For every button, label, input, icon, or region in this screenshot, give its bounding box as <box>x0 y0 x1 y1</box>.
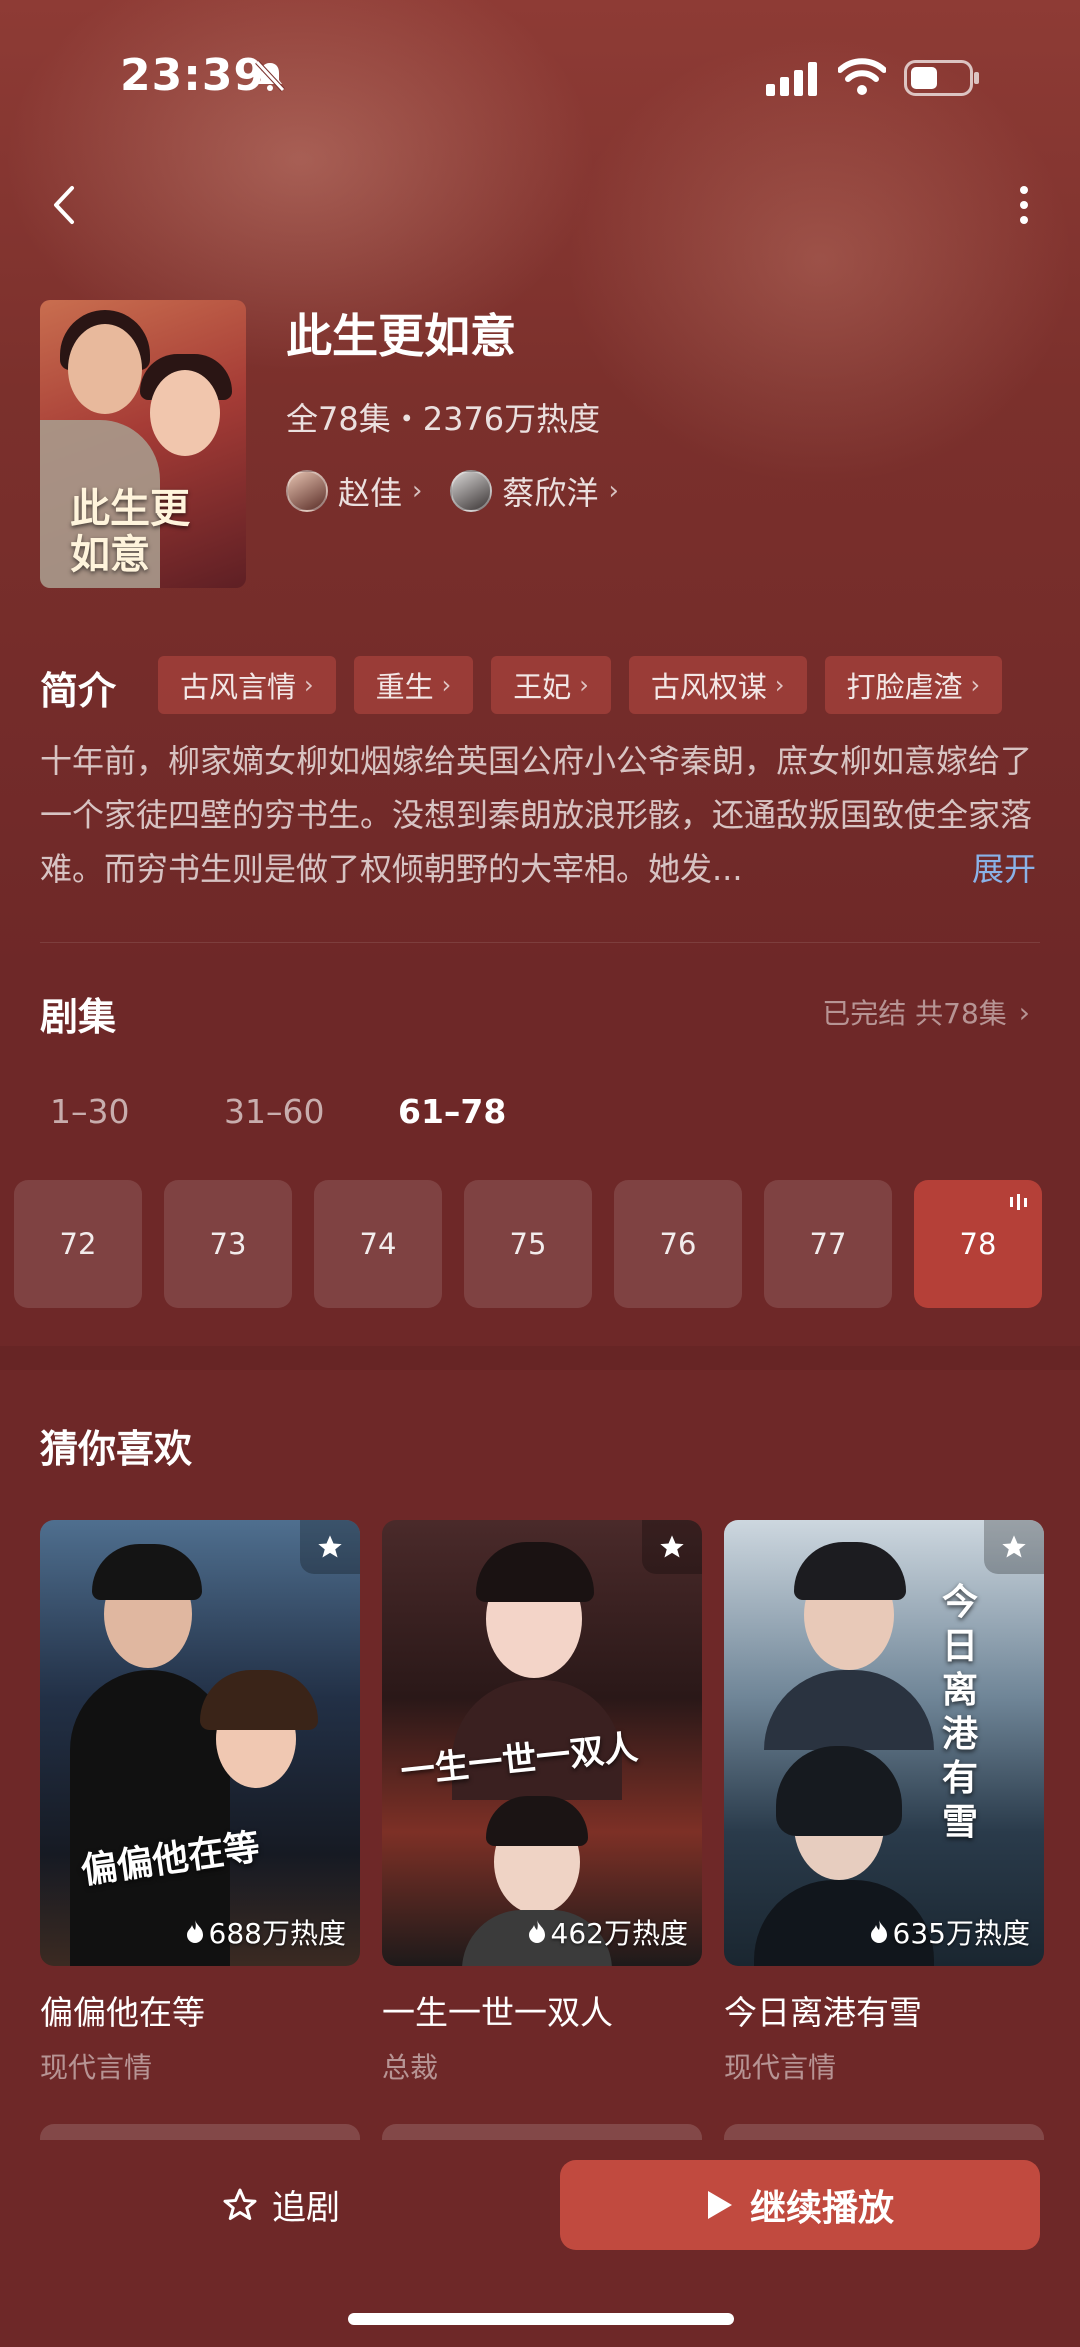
top-bar <box>0 170 1080 240</box>
section-separator <box>0 1346 1080 1370</box>
episode-range-tabs: 1–30 31–60 61–78 <box>50 1092 572 1131</box>
more-options-icon[interactable] <box>1004 180 1044 230</box>
tag-label: 王妃 <box>513 670 572 704</box>
tag-chip[interactable]: 打脸虐渣 › <box>824 656 1003 714</box>
favorite-star-icon[interactable] <box>984 1520 1044 1574</box>
chevron-right-icon: › <box>441 671 452 699</box>
chevron-right-icon: › <box>412 476 423 506</box>
flame-icon <box>870 1920 887 1943</box>
chevron-right-icon: › <box>304 671 314 699</box>
card-genre: 现代言情 <box>40 2051 153 2084</box>
recommend-cover: 今日离港有雪 635万热度 <box>724 1520 1044 1966</box>
chevron-right-icon: › <box>970 671 981 699</box>
cast-name: 赵佳 <box>338 474 403 512</box>
card-title: 一生一世一双人 <box>382 1993 613 2032</box>
recommend-cover: 一生一世一双人 462万热度 <box>382 1520 702 1966</box>
heat-text: 635万热度 <box>892 1917 1030 1950</box>
poster-title-text: 此生更如意 <box>70 485 190 578</box>
chevron-right-icon: › <box>1018 995 1030 1029</box>
status-time: 23:39 <box>120 50 266 101</box>
cover-title-text: 今日离港有雪 <box>942 1581 979 1843</box>
episode-grid: 72 73 74 75 76 77 78 <box>14 1180 1042 1308</box>
chevron-right-icon: › <box>608 476 619 506</box>
battery-icon <box>904 60 979 96</box>
synopsis-text: 十年前，柳家嫡女柳如烟嫁给英国公府小公爷秦朗，庶女柳如意嫁给了一个家徒四壁的穷书… <box>40 742 1033 888</box>
now-playing-icon <box>1010 1194 1027 1210</box>
recommend-list: 偏偏他在等 688万热度 偏偏他在等 现代言情 一生一世一双人 462万热度 一… <box>40 1520 1044 2086</box>
favorite-star-icon[interactable] <box>642 1520 702 1574</box>
recommend-card[interactable]: 偏偏他在等 688万热度 偏偏他在等 现代言情 <box>40 1520 360 2086</box>
follow-label: 追剧 <box>272 2188 340 2228</box>
heat-text: 462万热度 <box>550 1917 688 1950</box>
card-title: 偏偏他在等 <box>40 1993 205 2032</box>
cast-item[interactable]: 蔡欣洋 › <box>450 468 619 514</box>
silent-bell-icon <box>255 60 285 92</box>
recommend-cover: 偏偏他在等 688万热度 <box>40 1520 360 1966</box>
card-title: 今日离港有雪 <box>724 1993 922 2032</box>
episode-button[interactable]: 72 <box>14 1180 142 1308</box>
heat-badge: 688万热度 <box>185 1912 346 1952</box>
intro-heading: 简介 <box>40 669 117 713</box>
follow-button[interactable]: 追剧 <box>222 2180 340 2229</box>
episodes-status[interactable]: 已完结 共78集 › <box>822 992 1030 1032</box>
range-tab-active[interactable]: 61–78 <box>398 1092 572 1131</box>
tag-label: 古风言情 <box>180 670 297 704</box>
continue-play-button[interactable]: 继续播放 <box>560 2160 1040 2250</box>
episodes-heading: 剧集 <box>40 995 117 1039</box>
tag-label: 古风权谋 <box>650 670 767 704</box>
flame-icon <box>186 1920 203 1943</box>
recommend-card[interactable]: 一生一世一双人 462万热度 一生一世一双人 总裁 <box>382 1520 702 2086</box>
chevron-right-icon: › <box>579 671 589 699</box>
episode-button-current[interactable]: 78 <box>914 1180 1042 1308</box>
avatar <box>286 470 328 512</box>
episodes-status-text: 已完结 共78集 <box>822 997 1007 1030</box>
episode-button[interactable]: 76 <box>614 1180 742 1308</box>
card-genre: 现代言情 <box>724 2051 837 2084</box>
tag-chip[interactable]: 古风言情 › <box>158 656 336 714</box>
favorite-star-icon[interactable] <box>300 1520 360 1574</box>
show-poster: 此生更如意 <box>40 300 246 588</box>
status-bar: 23:39 <box>0 50 1080 110</box>
tag-label: 重生 <box>375 670 434 704</box>
back-icon[interactable] <box>44 180 84 230</box>
cellular-signal-icon <box>766 62 817 96</box>
tag-label: 打脸虐渣 <box>846 670 963 704</box>
range-tab[interactable]: 1–30 <box>50 1092 224 1131</box>
tag-chip[interactable]: 古风权谋 › <box>628 656 807 714</box>
card-genre: 总裁 <box>382 2051 439 2084</box>
expand-link[interactable]: 展开 <box>972 842 1036 896</box>
cast-name: 蔡欣洋 <box>502 474 599 512</box>
heat-text: 688万热度 <box>208 1917 346 1950</box>
avatar <box>450 470 493 512</box>
flame-icon <box>528 1920 545 1943</box>
wifi-icon <box>838 58 886 95</box>
episode-number: 78 <box>959 1227 997 1261</box>
play-icon <box>707 2191 732 2219</box>
episode-button[interactable]: 77 <box>764 1180 892 1308</box>
cast-list: 赵佳 › 蔡欣洋 › <box>286 466 619 516</box>
chevron-right-icon: › <box>774 671 785 699</box>
episode-button[interactable]: 73 <box>164 1180 292 1308</box>
episode-button[interactable]: 74 <box>314 1180 442 1308</box>
tag-list: 古风言情 › 重生 › 王妃 › 古风权谋 › 打脸虐渣 › <box>158 656 1003 714</box>
divider <box>40 942 1040 943</box>
show-title: 此生更如意 <box>286 309 516 363</box>
home-indicator <box>348 2313 734 2325</box>
tag-chip[interactable]: 重生 › <box>353 656 474 714</box>
heat-badge: 462万热度 <box>527 1912 688 1952</box>
show-meta: 全78集・2376万热度 <box>286 400 601 438</box>
tag-chip[interactable]: 王妃 › <box>491 656 611 714</box>
cast-item[interactable]: 赵佳 › <box>286 468 422 514</box>
episode-button[interactable]: 75 <box>464 1180 592 1308</box>
recommend-card[interactable]: 今日离港有雪 635万热度 今日离港有雪 现代言情 <box>724 1520 1044 2086</box>
recommend-heading: 猜你喜欢 <box>40 1427 193 1471</box>
range-tab[interactable]: 31–60 <box>224 1092 398 1131</box>
star-outline-icon <box>223 2188 257 2220</box>
play-label: 继续播放 <box>749 2188 894 2229</box>
heat-badge: 635万热度 <box>869 1912 1030 1952</box>
